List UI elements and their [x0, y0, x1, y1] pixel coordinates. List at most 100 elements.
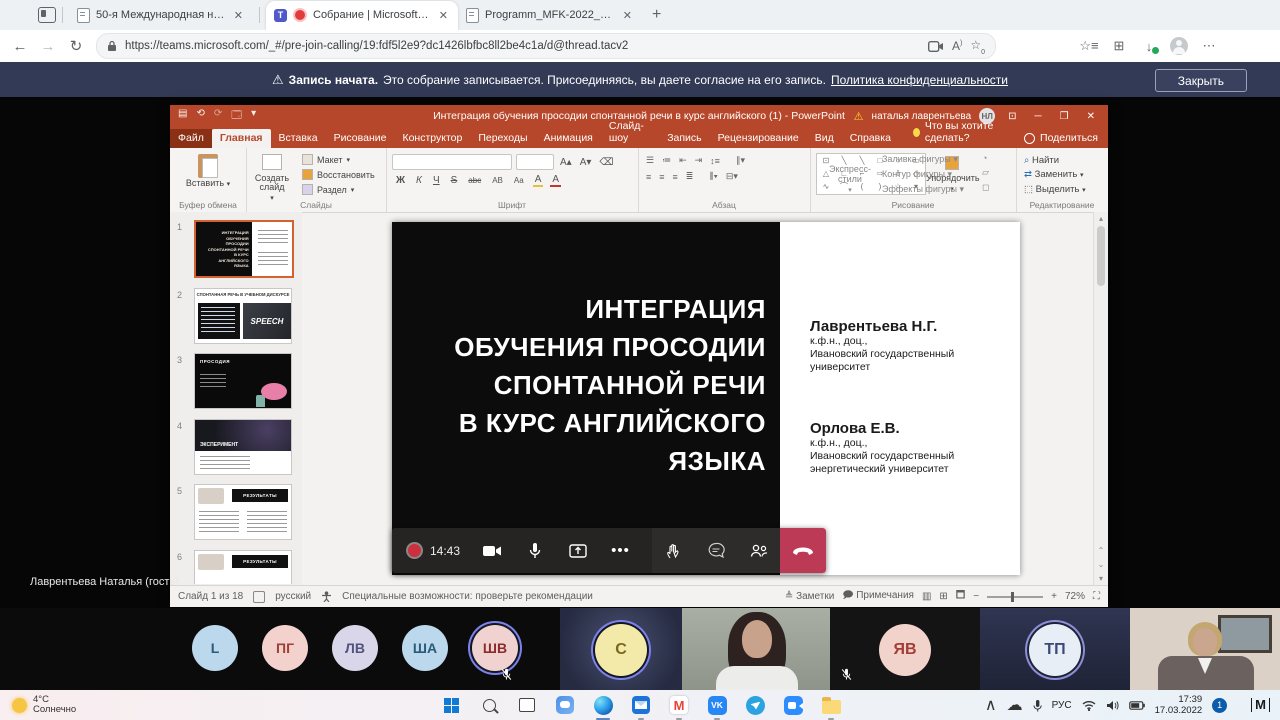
slide-counter[interactable]: Слайд 1 из 18 — [178, 591, 243, 602]
shape-effects-button[interactable]: ◻ — [978, 180, 993, 195]
gmail-button[interactable]: M — [668, 694, 690, 716]
wifi-icon[interactable] — [1082, 700, 1096, 711]
change-case-button[interactable]: Аа — [512, 176, 526, 185]
tray-expand-icon[interactable]: ∧ — [985, 695, 997, 715]
normal-view-icon[interactable]: ▥ — [922, 591, 931, 602]
privacy-policy-link[interactable]: Политика конфиденциальности — [831, 73, 1008, 87]
vertical-scrollbar[interactable]: ▴ ⌃ ⌄ ▾ — [1093, 212, 1108, 585]
indent-less-icon[interactable]: ⇤ — [679, 155, 687, 166]
start-button[interactable] — [440, 694, 462, 716]
underline-button[interactable]: Ч — [431, 175, 442, 186]
close-tab-icon[interactable]: ✕ — [437, 9, 450, 22]
language-indicator[interactable]: РУС — [1052, 700, 1072, 711]
fit-to-window-icon[interactable]: ⛶ — [1093, 591, 1100, 602]
comments-button[interactable]: 🗩 Примечания — [842, 588, 914, 605]
columns-icon[interactable]: ⫼▾ — [709, 171, 718, 182]
read-aloud-icon[interactable]: A) — [952, 39, 962, 53]
notes-button[interactable]: ≜ Заметки — [785, 591, 834, 602]
previous-slide-icon[interactable]: ⌃ — [1094, 546, 1108, 555]
align-center-icon[interactable]: ≡ — [659, 172, 664, 182]
scroll-up-icon[interactable]: ▴ — [1094, 212, 1108, 223]
shape-fill-label[interactable]: Заливка фигуры ▾ — [882, 152, 964, 167]
participant-avatar[interactable]: L — [192, 625, 238, 671]
tell-me-box[interactable]: Что вы хотите сделать? — [913, 120, 1014, 148]
shrink-font-icon[interactable]: А▾ — [578, 157, 594, 168]
participant-video-tile[interactable] — [682, 608, 830, 690]
back-icon[interactable]: ← — [6, 38, 34, 55]
close-tab-icon[interactable]: ✕ — [621, 9, 634, 22]
browser-menu-icon[interactable]: ⋯ — [1194, 38, 1224, 54]
slide-thumbnail-2[interactable]: СПОНТАННАЯ РЕЧЬ В УЧЕБНОМ ДИСКУРСЕ SPEEC… — [194, 288, 292, 344]
tab-slideshow[interactable]: Слайд-шоу — [601, 117, 659, 148]
minimize-icon[interactable]: ─ — [1030, 111, 1047, 122]
task-view-button[interactable] — [516, 694, 538, 716]
restore-icon[interactable]: ❐ — [1055, 111, 1074, 122]
highlight-button[interactable]: А — [533, 174, 544, 187]
close-tab-icon[interactable]: ✕ — [232, 9, 245, 22]
strike-abc-button[interactable]: abc — [466, 176, 483, 185]
hang-up-button[interactable] — [780, 528, 826, 573]
find-button[interactable]: ⌕ Найти — [1024, 154, 1108, 168]
collections-icon[interactable]: ⊞ — [1104, 38, 1134, 54]
char-spacing-button[interactable]: АВ — [490, 176, 505, 185]
chat-button-taskbar[interactable] — [554, 694, 576, 716]
accessibility-label[interactable]: Специальные возможности: проверьте реком… — [342, 591, 593, 602]
slide-thumbnail-3[interactable]: ПРОСОДИЯ — [194, 353, 292, 409]
slideshow-icon[interactable]: 🗔 — [231, 108, 242, 125]
refresh-icon[interactable]: ↻ — [62, 37, 90, 55]
onedrive-icon[interactable]: ☁ — [1007, 695, 1023, 715]
browser-tab-3[interactable]: Programm_MFK-2022_pravka.ind ✕ — [458, 1, 642, 30]
bold-button[interactable]: Ж — [394, 175, 407, 186]
tab-file[interactable]: Файл — [170, 129, 212, 148]
participant-avatar-speaking[interactable]: ШВ — [472, 625, 518, 671]
url-field[interactable]: https://teams.microsoft.com/_#/pre-join-… — [96, 33, 996, 59]
customize-qat-icon[interactable]: ▾ — [251, 108, 256, 125]
slide-thumbnail-5[interactable]: РЕЗУЛЬТАТЫ — [194, 484, 292, 540]
downloads-icon[interactable]: ↓ — [1134, 39, 1164, 54]
zoom-in-icon[interactable]: + — [1051, 591, 1057, 602]
tab-transitions[interactable]: Переходы — [470, 129, 535, 148]
tab-animations[interactable]: Анимация — [536, 129, 601, 148]
language-label[interactable]: русский — [275, 591, 311, 602]
participant-avatar[interactable]: ПГ — [262, 625, 308, 671]
favorites-bar-icon[interactable]: ☆≡ — [1074, 38, 1104, 54]
justify-icon[interactable]: ≣ — [686, 171, 694, 182]
notification-badge[interactable]: 1 — [1212, 698, 1227, 713]
participant-tile[interactable]: ТП — [980, 608, 1130, 690]
redo-icon[interactable]: ⟳ — [214, 108, 222, 125]
participant-tile[interactable]: ЯВ — [830, 608, 980, 690]
account-warning-icon[interactable]: ⚠ — [854, 110, 864, 123]
reset-button[interactable]: Восстановить — [298, 167, 379, 182]
speaker-icon[interactable] — [1106, 700, 1119, 711]
camera-button[interactable] — [470, 543, 513, 559]
slide-thumbnail-6[interactable]: РЕЗУЛЬТАТЫ — [194, 550, 292, 584]
undo-icon[interactable]: ⟲ — [196, 108, 204, 125]
save-icon[interactable]: ▤ — [178, 108, 187, 125]
layout-button[interactable]: Макет ▾ — [298, 152, 379, 167]
vk-button[interactable]: VK — [706, 694, 728, 716]
clock[interactable]: 17:39 17.03.2022 — [1155, 694, 1203, 716]
browser-tab-1[interactable]: 50-я Международная научная к ✕ — [69, 1, 253, 30]
participant-video-tile[interactable] — [1130, 608, 1280, 690]
more-actions-button[interactable]: ••• — [599, 542, 642, 559]
slide-sorter-icon[interactable]: ⊞ — [939, 591, 947, 602]
tab-home[interactable]: Главная — [212, 129, 271, 148]
share-button[interactable]: Поделиться — [1014, 132, 1108, 148]
next-slide-icon[interactable]: ⌄ — [1094, 560, 1108, 569]
browser-profile-avatar[interactable] — [1170, 37, 1188, 55]
shape-outline-label[interactable]: Контур фигуры ▾ — [882, 167, 964, 182]
m-logo-icon[interactable]: М — [1251, 698, 1270, 712]
close-icon[interactable]: ✕ — [1082, 111, 1100, 122]
share-screen-button[interactable] — [556, 543, 599, 559]
quick-styles-button[interactable]: Экспресс-стили▾ — [822, 164, 878, 196]
forward-icon[interactable]: → — [34, 38, 62, 55]
scroll-down-icon[interactable]: ▾ — [1094, 574, 1108, 583]
zoom-button[interactable] — [782, 694, 804, 716]
participant-avatar[interactable]: ЛВ — [332, 625, 378, 671]
slideshow-view-icon[interactable]: 🗖 — [956, 588, 966, 605]
new-slide-button[interactable]: Создать слайд ▾ — [246, 148, 298, 202]
tab-record[interactable]: Запись — [659, 129, 709, 148]
participant-tile[interactable]: С — [560, 608, 682, 690]
select-button[interactable]: ⬚ Выделить ▾ — [1024, 183, 1108, 198]
favorite-star-icon[interactable]: ☆0 — [970, 38, 985, 54]
